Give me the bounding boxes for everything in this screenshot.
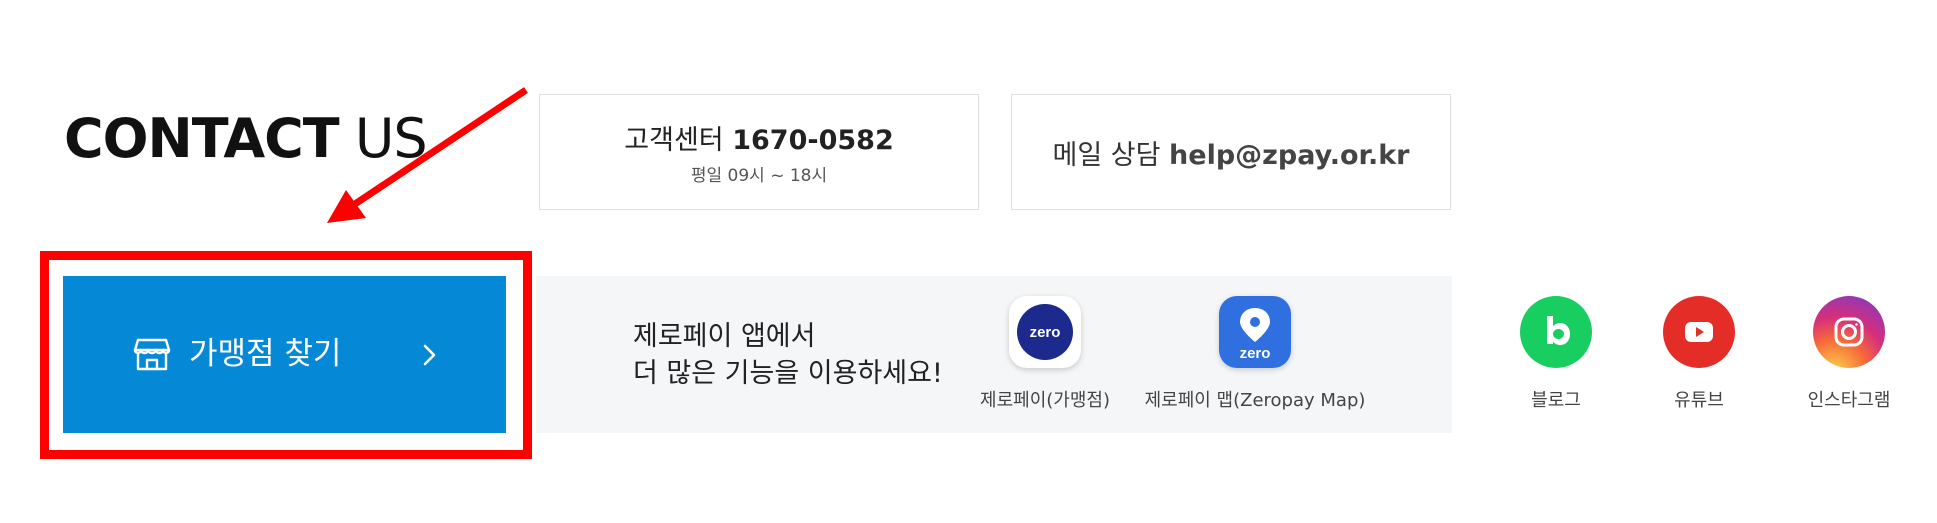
app-promo-line1: 제로페이 앱에서 [633,321,816,352]
title-bold: CONTACT [64,107,340,170]
naver-blog-link[interactable]: 블로그 [1496,296,1616,412]
annotation-highlight-box [40,251,532,459]
customer-center-line: 고객센터 1670-0582 [624,118,893,157]
zeropay-map-app-link[interactable]: zero 제로페이 맵(Zeropay Map) [1145,296,1365,412]
instagram-link[interactable]: 인스타그램 [1789,296,1909,412]
contact-us-title: CONTACT US [64,104,428,174]
customer-center-hours: 평일 09시 ~ 18시 [690,166,828,186]
email-address-link[interactable]: help@zpay.or.kr [1169,140,1409,171]
zeropay-map-app-label: 제로페이 맵(Zeropay Map) [1144,390,1366,411]
zeropay-map-app-icon: zero [1219,296,1291,368]
zeropay-merchant-app-label: 제로페이(가맹점) [980,390,1110,411]
youtube-label: 유튜브 [1674,390,1724,411]
customer-center-label: 고객센터 [624,125,724,156]
zeropay-merchant-app-icon: zero [1009,296,1081,368]
youtube-link[interactable]: 유튜브 [1639,296,1759,412]
email-consult-box: 메일 상담 help@zpay.or.kr [1011,94,1451,210]
app-promo-line2: 더 많은 기능을 이용하세요! [633,358,943,389]
naver-blog-icon [1520,296,1592,368]
app-promo-text: 제로페이 앱에서 더 많은 기능을 이용하세요! [633,318,943,392]
naver-blog-label: 블로그 [1531,390,1581,411]
customer-center-box: 고객센터 1670-0582 평일 09시 ~ 18시 [539,94,979,210]
title-light: US [354,107,428,170]
email-consult-line: 메일 상담 help@zpay.or.kr [1052,133,1409,172]
email-consult-label: 메일 상담 [1052,139,1161,171]
customer-center-phone[interactable]: 1670-0582 [732,125,894,156]
youtube-icon [1663,296,1735,368]
instagram-icon [1813,296,1885,368]
svg-text:zero: zero [1030,324,1061,341]
svg-text:zero: zero [1240,345,1271,362]
zeropay-merchant-app-link[interactable]: zero 제로페이(가맹점) [970,296,1120,412]
instagram-label: 인스타그램 [1807,390,1891,411]
